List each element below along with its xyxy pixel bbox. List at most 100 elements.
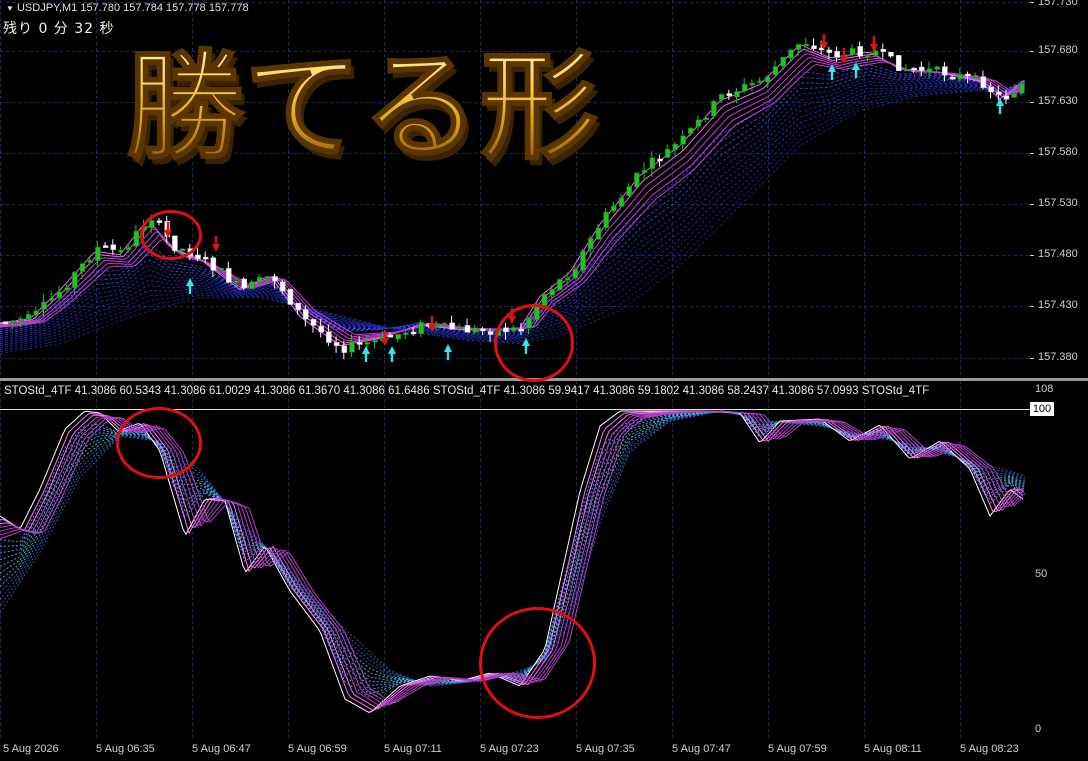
candle-body (757, 80, 763, 84)
price-tick (1030, 153, 1034, 154)
candle-body (125, 246, 132, 251)
candle-body (418, 321, 425, 334)
candle-body (680, 135, 686, 145)
candle-body (580, 250, 586, 271)
candle-body (1003, 95, 1010, 100)
candle-body (865, 54, 871, 58)
price-label: 157.380 (1038, 351, 1078, 363)
candle-body (202, 256, 209, 260)
candle-body (279, 281, 286, 292)
candle-body (572, 268, 579, 279)
candle-body (210, 257, 217, 271)
candle-body (79, 263, 86, 272)
price-tick (1030, 306, 1034, 307)
candle-body (849, 48, 856, 55)
price-label: 157.430 (1038, 299, 1078, 311)
candle-body (226, 268, 232, 283)
price-tick (1030, 102, 1034, 103)
candle-body (603, 211, 609, 229)
candle-body (464, 325, 471, 333)
price-label: 157.530 (1038, 197, 1078, 209)
candle-body (272, 276, 278, 282)
time-label: 5 Aug 06:59 (288, 743, 347, 755)
candle-body (557, 279, 563, 291)
candle-body (803, 43, 810, 47)
candle-body (587, 237, 594, 250)
collapse-triangle-icon[interactable]: ▼ (6, 4, 14, 13)
sell-arrow-icon (212, 236, 220, 252)
candle-body (926, 68, 933, 73)
candle-body (102, 245, 109, 248)
candle-body (48, 297, 55, 301)
candle-body (834, 51, 840, 58)
candle-body (118, 249, 124, 253)
candle-body (641, 169, 648, 173)
candle-body (218, 268, 224, 271)
candle-body (303, 309, 309, 320)
symbol-quote: USDJPY,M1 157.780 157.784 157.778 157.77… (16, 2, 249, 14)
candle-body (457, 326, 463, 330)
candle-body (795, 44, 802, 50)
candle-body (595, 227, 602, 240)
candle-body (741, 83, 748, 92)
candle-body (310, 319, 317, 326)
candle-body (95, 246, 101, 261)
candle-body (56, 291, 63, 299)
candle-body (611, 205, 617, 212)
time-label: 5 Aug 07:11 (384, 743, 442, 755)
candle-body (1011, 93, 1017, 98)
candle-body (349, 341, 355, 353)
candle-body (672, 143, 679, 150)
candle-body (718, 94, 725, 100)
candle-body (749, 82, 756, 86)
candle-body (988, 86, 994, 93)
time-label: 5 Aug 08:11 (864, 743, 922, 755)
candle-body (934, 66, 940, 70)
candle-body (333, 342, 340, 346)
price-tick (1030, 2, 1034, 3)
candle-body (41, 301, 47, 310)
candle-body (403, 332, 409, 336)
buy-arrow-icon (996, 98, 1004, 114)
time-label: 5 Aug 07:35 (576, 743, 635, 755)
candle-body (295, 302, 301, 310)
buy-arrow-icon (362, 346, 370, 362)
candle-body (372, 339, 378, 343)
symbol-info: ▼ USDJPY,M1 157.780 157.784 157.778 157.… (6, 2, 249, 14)
candle-body (618, 197, 625, 207)
candle-body (441, 322, 448, 326)
chart-window[interactable]: 157.730 157.680 157.630 157.580 157.530 … (0, 0, 1088, 761)
price-label: 157.480 (1038, 248, 1078, 260)
candle-body (480, 328, 486, 331)
candle-body (626, 186, 632, 197)
highlight-circle (140, 210, 202, 260)
candle-body (664, 148, 671, 158)
price-axis[interactable]: 157.730 157.680 157.630 157.580 157.530 … (1030, 0, 1088, 378)
promo-title-text: 勝てる形 (126, 38, 598, 176)
candle-body (949, 76, 956, 80)
price-label: 157.680 (1038, 44, 1078, 56)
candle-body (1019, 83, 1025, 94)
candle-body (33, 310, 40, 316)
candle-body (487, 331, 494, 335)
buy-arrow-icon (388, 346, 396, 362)
candle-body (903, 68, 910, 72)
price-tick (1030, 358, 1034, 359)
oscillator-axis[interactable] (1030, 381, 1088, 738)
candle-body (695, 119, 702, 127)
candle-body (726, 93, 733, 96)
candle-body (410, 331, 417, 335)
candle-body (772, 66, 779, 76)
candle-body (888, 51, 894, 57)
candle-body (688, 127, 694, 135)
price-tick (1030, 204, 1034, 205)
candle-body (318, 325, 324, 333)
bar-countdown: 残り 0 分 32 秒 (3, 21, 115, 37)
promo-title: 勝てる形 勝てる形 (125, 38, 602, 176)
candle-body (911, 67, 917, 71)
oscillator-level-0: 0 (1035, 723, 1042, 735)
candle-body (942, 66, 948, 76)
sell-arrow-icon (870, 36, 878, 52)
time-label: 5 Aug 07:47 (672, 743, 731, 755)
time-axis[interactable]: 5 Aug 2026 5 Aug 06:35 5 Aug 06:47 5 Aug… (0, 738, 1088, 761)
